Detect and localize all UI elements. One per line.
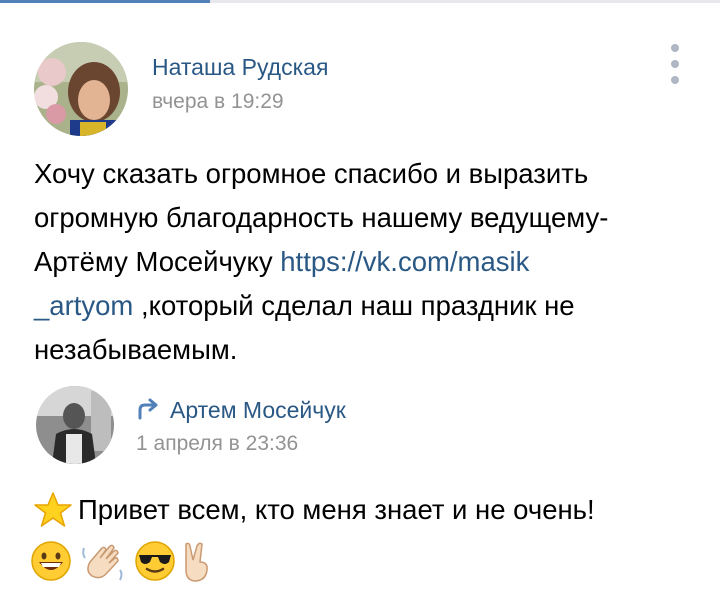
grinning-face-emoji	[31, 541, 71, 581]
post-timestamp: вчера в 19:29	[152, 90, 284, 113]
more-options-button[interactable]	[664, 44, 686, 84]
victory-hand-emoji	[185, 542, 208, 582]
post-text-segment: Артёму Мосейчуку	[34, 246, 281, 277]
waving-hand-emoji	[82, 544, 123, 581]
repost-timestamp: 1 апреля в 23:36	[136, 432, 299, 455]
active-tab-indicator	[0, 0, 210, 3]
author-avatar[interactable]	[34, 42, 128, 136]
more-vertical-icon	[671, 44, 679, 52]
profile-link-continued[interactable]: _artyom	[34, 290, 133, 321]
tab-underline	[0, 0, 720, 3]
repost-text: Привет всем, кто меня знает и не очень!	[78, 494, 595, 525]
post-text-segment: ,который сделал наш праздник не	[133, 290, 575, 321]
repost-author-name[interactable]: Артем Мосейчук	[170, 397, 346, 424]
post-text-line: огромную благодарность нашему ведущему-	[34, 202, 609, 233]
post-text: Хочу сказать огромное спасибо и выразить…	[34, 152, 694, 372]
post-text-line: Хочу сказать огромное спасибо и выразить	[34, 158, 589, 189]
post-text-line: незабываемым.	[34, 334, 238, 365]
profile-link[interactable]: https://vk.com/masik	[280, 246, 529, 277]
repost-author-avatar[interactable]	[36, 386, 114, 464]
star-emoji	[34, 492, 72, 527]
sunglasses-face-emoji	[135, 541, 175, 581]
repost-arrow-icon	[138, 398, 158, 420]
post-author-name[interactable]: Наташа Рудская	[152, 54, 328, 81]
